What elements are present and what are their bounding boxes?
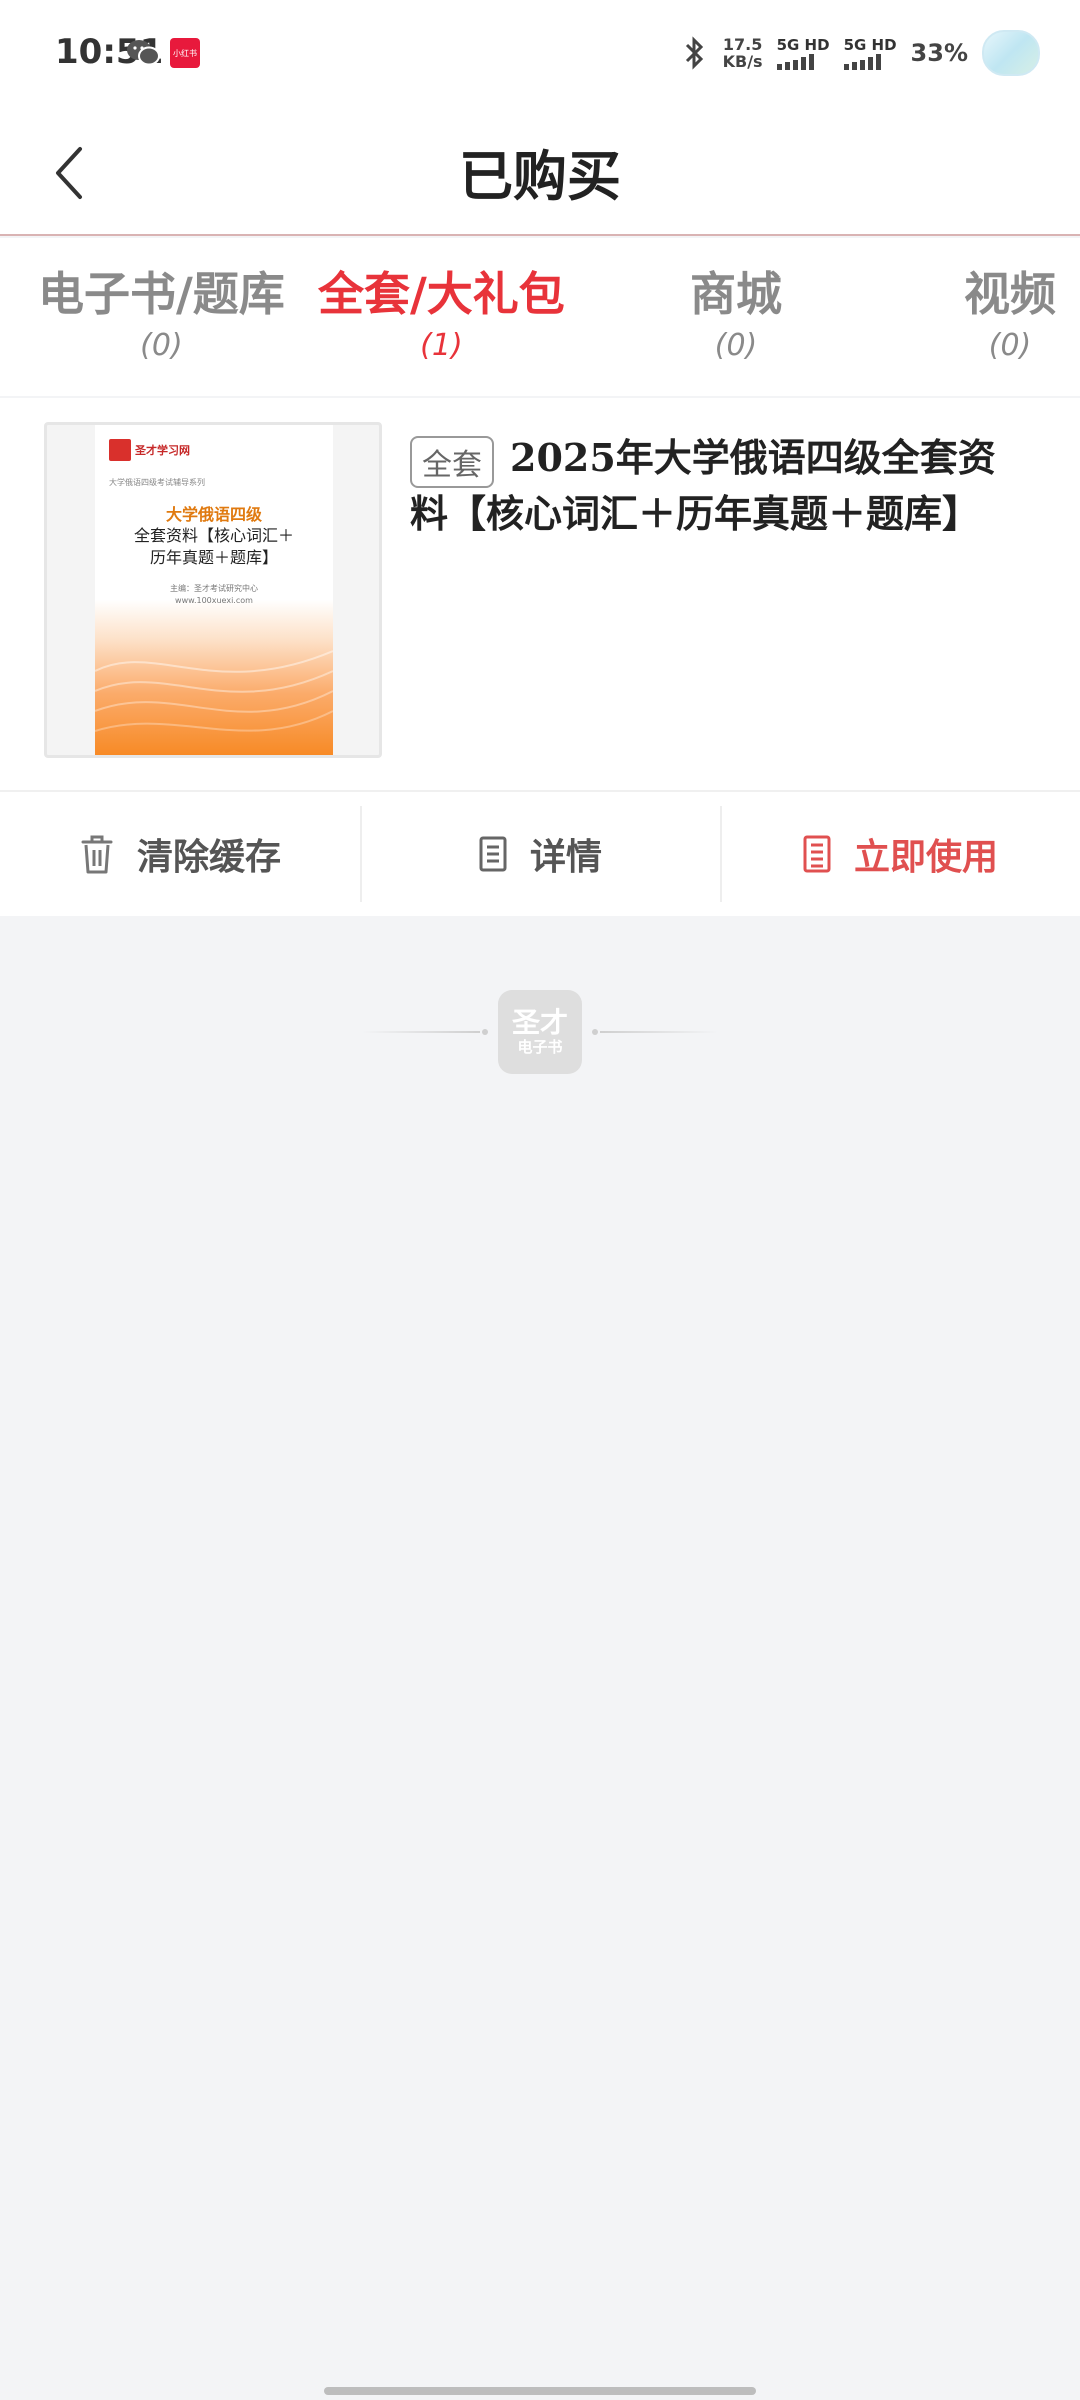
sim2-label: 5G HD: [843, 36, 897, 54]
bluetooth-icon: [685, 36, 703, 70]
use-now-button[interactable]: 立即使用: [720, 792, 1080, 916]
signal-sim2: 5G HD: [843, 36, 897, 70]
tab-count: (0): [140, 328, 183, 363]
tab-count: (0): [988, 328, 1032, 363]
battery-percent: 33%: [910, 39, 968, 67]
net-speed-value: 17.5: [722, 35, 763, 54]
sim1-label: 5G HD: [776, 36, 830, 54]
cover-page: 圣才学习网 大学俄语四级考试辅导系列 大学俄语四级 全套资料【核心词汇＋ 历年真…: [95, 425, 333, 755]
network-speed: 17.5 KB/s: [723, 36, 763, 70]
document-icon: [479, 836, 507, 872]
tab-label: 电子书/题库: [38, 267, 285, 321]
book-cover[interactable]: 圣才学习网 大学俄语四级考试辅导系列 大学俄语四级 全套资料【核心词汇＋ 历年真…: [44, 422, 382, 758]
battery-icon: [982, 30, 1040, 76]
watermark-divider-left: [362, 1031, 480, 1033]
cover-series: 大学俄语四级考试辅导系列: [109, 478, 205, 487]
tab-label: 全套/大礼包: [318, 267, 565, 321]
use-now-label: 立即使用: [853, 836, 998, 878]
home-indicator[interactable]: [324, 2387, 756, 2395]
signal-bars-icon: [843, 54, 881, 70]
publisher-logo-icon: [109, 439, 131, 461]
category-tabs: 电子书/题库 (0) 全套/大礼包 (1) 商城 (0) 视频 (0): [0, 238, 1080, 396]
cover-title-line3: 历年真题＋题库】: [149, 548, 278, 567]
details-button[interactable]: 详情: [360, 792, 720, 916]
product-card[interactable]: 圣才学习网 大学俄语四级考试辅导系列 大学俄语四级 全套资料【核心词汇＋ 历年真…: [0, 398, 1080, 790]
cover-title-line1: 大学俄语四级: [165, 505, 262, 524]
tab-mall[interactable]: 商城 (0): [690, 258, 782, 363]
watermark-line1: 圣才: [511, 1006, 568, 1039]
clear-cache-label: 清除缓存: [136, 836, 281, 878]
page-header: 已购买: [0, 110, 1080, 236]
book-open-icon: [803, 835, 831, 873]
clear-cache-button[interactable]: 清除缓存: [0, 792, 360, 916]
signal-sim1: 5G HD: [776, 36, 830, 70]
wechat-icon: [127, 40, 160, 66]
tab-full-set-bundle[interactable]: 全套/大礼包 (1): [318, 258, 565, 363]
tab-count: (1): [420, 328, 463, 363]
cover-author-line1: 主编：圣才考试研究中心: [170, 584, 258, 593]
tab-ebook-question-bank[interactable]: 电子书/题库 (0): [38, 258, 285, 363]
net-speed-unit: KB/s: [722, 52, 763, 71]
tab-label: 商城: [690, 267, 782, 321]
app-badge-label: 小红书: [173, 48, 197, 58]
watermark-divider-right: [600, 1031, 718, 1033]
cover-title-line2: 全套资料【核心词汇＋: [133, 526, 294, 545]
shengcai-ebook-logo: 圣才 电子书: [498, 990, 582, 1074]
signal-bars-icon: [776, 54, 814, 70]
watermark-dot-right: [592, 1029, 598, 1035]
status-bar: 10:51 小红书 17.5 KB/s 5G HD 5G HD 33%: [0, 0, 1080, 110]
cover-author-block: 主编：圣才考试研究中心 www.100xuexi.com: [95, 583, 333, 607]
page-title: 已购买: [459, 144, 621, 208]
xiaohongshu-icon: 小红书: [170, 38, 200, 68]
watermark-line2: 电子书: [517, 1038, 563, 1056]
tab-count: (0): [714, 328, 758, 363]
tab-label: 视频: [964, 267, 1056, 321]
product-title[interactable]: 2025年大学俄语四级全套资料【核心词汇＋历年真题＋题库】: [410, 430, 1010, 542]
product-type-badge: 全套: [410, 436, 494, 488]
cover-publisher-logo: 圣才学习网: [109, 439, 190, 461]
brand-watermark: 圣才 电子书: [340, 984, 740, 1080]
tab-video[interactable]: 视频 (0): [964, 258, 1056, 363]
cover-publisher: 圣才学习网: [135, 444, 190, 457]
cover-author-line2: www.100xuexi.com: [175, 596, 253, 605]
action-bar: 清除缓存 详情 立即使用: [0, 790, 1080, 916]
cover-wave-pattern: [95, 650, 333, 732]
status-indicators: 17.5 KB/s 5G HD 5G HD 33%: [681, 28, 1040, 78]
trash-icon: [81, 835, 113, 874]
watermark-dot-left: [482, 1029, 488, 1035]
cover-title-block: 全套资料【核心词汇＋ 历年真题＋题库】: [95, 525, 333, 569]
details-label: 详情: [529, 836, 602, 878]
